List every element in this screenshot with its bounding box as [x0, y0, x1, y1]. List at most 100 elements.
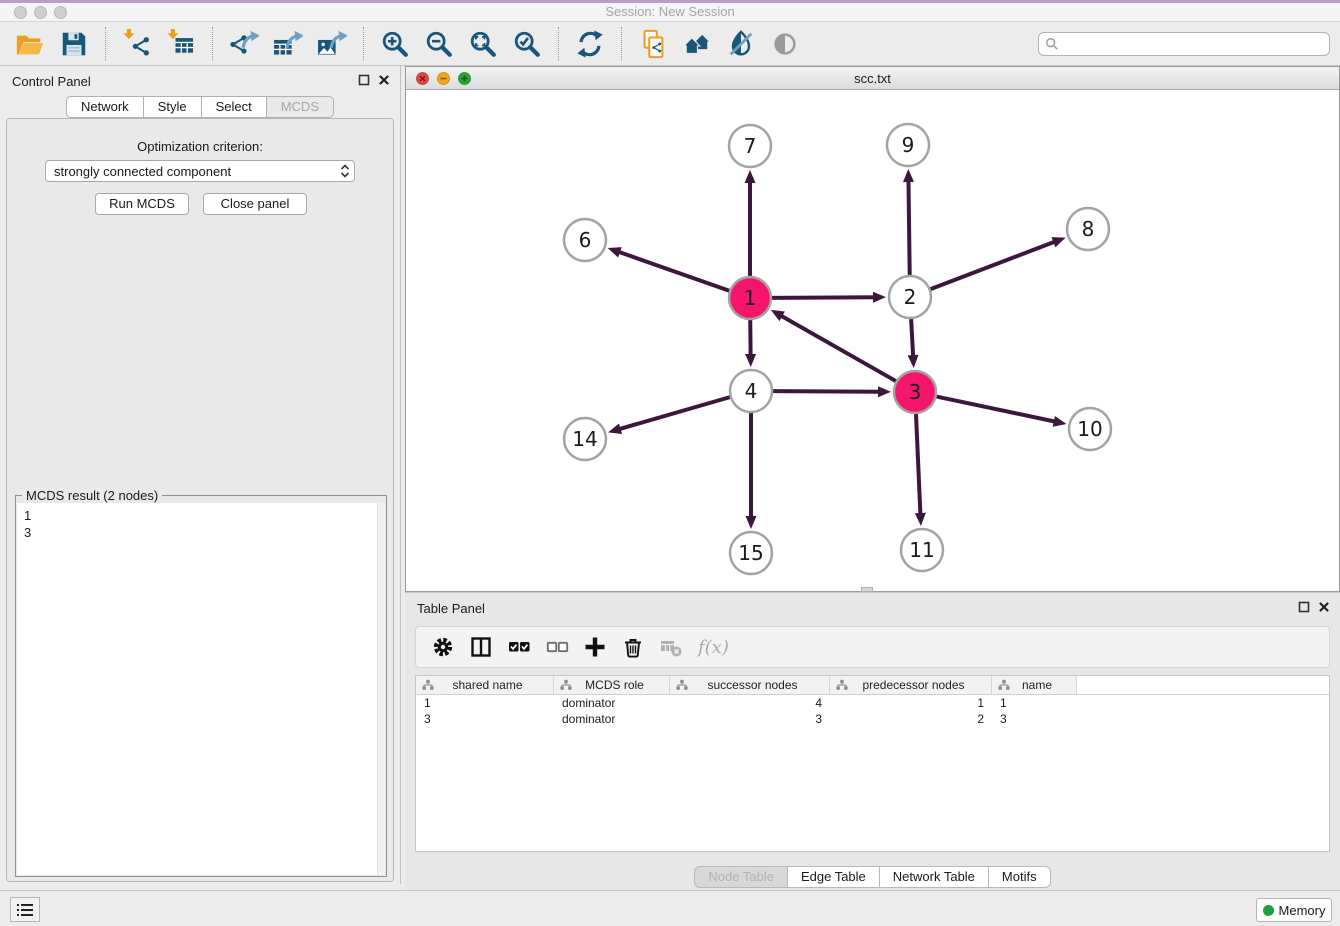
column-header-predecessor-nodes[interactable]: predecessor nodes [830, 676, 992, 694]
control-panel-tabs: NetworkStyleSelectMCDS [0, 96, 400, 118]
tab-style[interactable]: Style [144, 96, 202, 118]
column-header-MCDS-role[interactable]: MCDS role [554, 676, 670, 694]
export-network-icon[interactable] [228, 28, 260, 60]
tab-mcds[interactable]: MCDS [267, 96, 334, 118]
search-input[interactable] [1063, 34, 1329, 54]
graph-edge-2-9[interactable] [908, 180, 909, 275]
function-builder-icon[interactable]: f(x) [698, 637, 729, 658]
zoom-fit-icon[interactable] [467, 28, 499, 60]
edge-arrowhead [1053, 416, 1067, 427]
tab-network-table[interactable]: Network Table [880, 866, 989, 888]
graph-node-label-2: 2 [904, 285, 917, 309]
mcds-result-item: 1 [24, 507, 377, 524]
tab-motifs[interactable]: Motifs [989, 866, 1051, 888]
network-canvas[interactable]: 7968124314101511 [406, 90, 1339, 590]
column-type-icon [416, 679, 434, 691]
titlebar-accent [0, 0, 1340, 3]
graph-edge-2-3[interactable] [911, 319, 913, 357]
graph-node-label-10: 10 [1077, 417, 1102, 441]
tab-edge-table[interactable]: Edge Table [788, 866, 880, 888]
memory-label: Memory [1279, 903, 1326, 918]
table-cell[interactable]: 1 [992, 695, 1077, 711]
refresh-layout-icon[interactable] [574, 28, 606, 60]
graph-node-label-7: 7 [744, 134, 757, 158]
graph-edge-4-3[interactable] [773, 391, 880, 392]
criterion-value: strongly connected component [54, 164, 340, 179]
zoom-selected-icon[interactable] [511, 28, 543, 60]
tab-node-table[interactable]: Node Table [694, 866, 788, 888]
search-box[interactable] [1038, 32, 1330, 56]
graph-edge-3-11[interactable] [916, 414, 920, 515]
table-cell[interactable]: 3 [416, 711, 554, 727]
save-icon[interactable] [58, 28, 90, 60]
network-window-title: scc.txt [406, 71, 1339, 86]
delete-table-icon[interactable] [658, 634, 684, 660]
table-cell[interactable]: dominator [554, 695, 670, 711]
table-cell[interactable]: 2 [830, 711, 992, 727]
add-column-icon[interactable] [582, 634, 608, 660]
edge-arrowhead [908, 355, 919, 368]
criterion-dropdown[interactable]: strongly connected component [45, 160, 355, 182]
export-table-icon[interactable] [272, 28, 304, 60]
list-icon [16, 903, 34, 917]
edge-arrowhead [873, 292, 886, 303]
delete-columns-icon[interactable] [620, 634, 646, 660]
run-mcds-button[interactable]: Run MCDS [95, 193, 189, 215]
unselect-all-columns-icon[interactable] [544, 634, 570, 660]
show-panel-list-button[interactable] [10, 897, 40, 922]
import-table-icon[interactable] [165, 28, 197, 60]
result-scrollbar[interactable] [377, 503, 385, 875]
column-type-icon [670, 679, 688, 691]
hide-graphics-details-icon[interactable] [725, 28, 757, 60]
column-layout-icon[interactable] [468, 634, 494, 660]
column-type-icon [830, 679, 848, 691]
control-panel-title: Control Panel [12, 74, 91, 89]
table-row[interactable]: 3dominator323 [416, 711, 1329, 727]
show-all-networks-icon[interactable] [681, 28, 713, 60]
edge-arrowhead [915, 513, 926, 526]
column-header-name[interactable]: name [992, 676, 1077, 694]
table-cell[interactable]: dominator [554, 711, 670, 727]
graph-edge-1-2[interactable] [772, 297, 875, 298]
graph-edge-2-8[interactable] [931, 241, 1056, 289]
mcds-result-list[interactable]: 13 [17, 503, 377, 875]
import-network-icon[interactable] [121, 28, 153, 60]
column-header-successor-nodes[interactable]: successor nodes [670, 676, 830, 694]
close-table-panel-icon[interactable] [1318, 601, 1330, 613]
toolbar-separator [212, 27, 213, 61]
close-panel-button[interactable]: Close panel [203, 193, 307, 215]
node-table: shared nameMCDS rolesuccessor nodesprede… [415, 675, 1330, 852]
graph-edge-4-14[interactable] [619, 397, 730, 429]
export-image-icon[interactable] [316, 28, 348, 60]
mcds-result-title: MCDS result (2 nodes) [22, 488, 162, 503]
graph-node-label-3: 3 [909, 380, 922, 404]
close-panel-icon[interactable] [378, 74, 390, 86]
gear-icon[interactable] [430, 634, 456, 660]
table-cell[interactable]: 1 [416, 695, 554, 711]
network-window-titlebar[interactable]: scc.txt [406, 67, 1339, 90]
column-header-shared-name[interactable]: shared name [416, 676, 554, 694]
select-all-columns-icon[interactable] [506, 634, 532, 660]
zoom-in-icon[interactable] [379, 28, 411, 60]
table-rows: 1dominator4113dominator323 [416, 695, 1329, 727]
zoom-out-icon[interactable] [423, 28, 455, 60]
network-view-window: scc.txt 7968124314101511 [405, 66, 1340, 592]
duplicate-network-icon[interactable] [637, 28, 669, 60]
graph-edge-3-10[interactable] [937, 397, 1056, 422]
memory-button[interactable]: Memory [1256, 898, 1332, 922]
mcds-result-item: 3 [24, 524, 377, 541]
table-row[interactable]: 1dominator411 [416, 695, 1329, 711]
eye-toggle-icon[interactable] [769, 28, 801, 60]
table-cell[interactable]: 3 [670, 711, 830, 727]
table-cell[interactable]: 3 [992, 711, 1077, 727]
open-folder-icon[interactable] [14, 28, 46, 60]
float-panel-icon[interactable] [358, 74, 370, 86]
tab-select[interactable]: Select [202, 96, 267, 118]
table-cell[interactable]: 1 [830, 695, 992, 711]
graph-edge-1-6[interactable] [618, 252, 729, 291]
float-table-panel-icon[interactable] [1298, 601, 1310, 613]
tab-network[interactable]: Network [66, 96, 144, 118]
graph-edge-3-1[interactable] [780, 315, 895, 381]
network-graph: 7968124314101511 [406, 90, 1339, 590]
table-cell[interactable]: 4 [670, 695, 830, 711]
